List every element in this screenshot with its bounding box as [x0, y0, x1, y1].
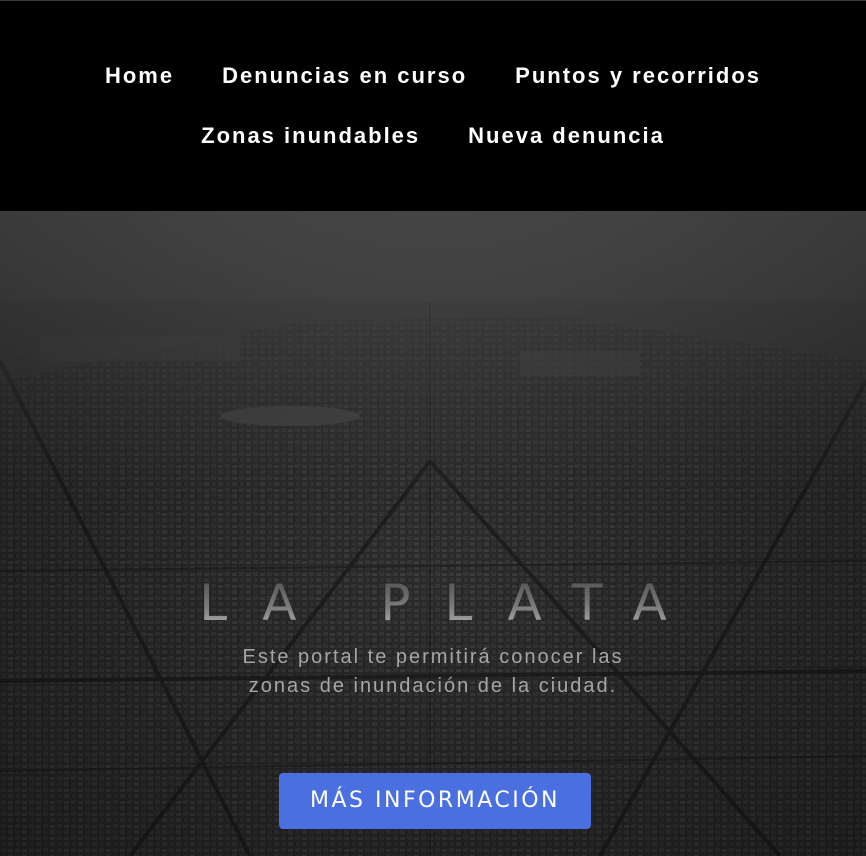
hero-section: LA PLATA Este portal te permitirá conoce…: [0, 211, 866, 856]
nav-link-nueva-denuncia[interactable]: Nueva denuncia: [468, 121, 665, 151]
nav-row-secondary: Zonas inundables Nueva denuncia: [0, 121, 866, 151]
hero-content: LA PLATA Este portal te permitirá conoce…: [0, 211, 866, 856]
mas-informacion-button[interactable]: MÁS INFORMACIÓN: [279, 773, 591, 829]
hero-description: Este portal te permitirá conocer las zon…: [0, 643, 866, 701]
nav-link-denuncias-en-curso[interactable]: Denuncias en curso: [222, 61, 467, 91]
hero-description-line-2: zonas de inundación de la ciudad.: [248, 675, 618, 697]
hero-description-line-1: Este portal te permitirá conocer las: [242, 646, 624, 668]
hero-title: LA PLATA: [0, 573, 866, 633]
top-navigation: Home Denuncias en curso Puntos y recorri…: [0, 0, 866, 211]
nav-link-home[interactable]: Home: [105, 61, 174, 91]
nav-link-puntos-y-recorridos[interactable]: Puntos y recorridos: [515, 61, 761, 91]
nav-link-zonas-inundables[interactable]: Zonas inundables: [201, 121, 420, 151]
nav-row-primary: Home Denuncias en curso Puntos y recorri…: [0, 61, 866, 91]
page: Home Denuncias en curso Puntos y recorri…: [0, 0, 866, 856]
